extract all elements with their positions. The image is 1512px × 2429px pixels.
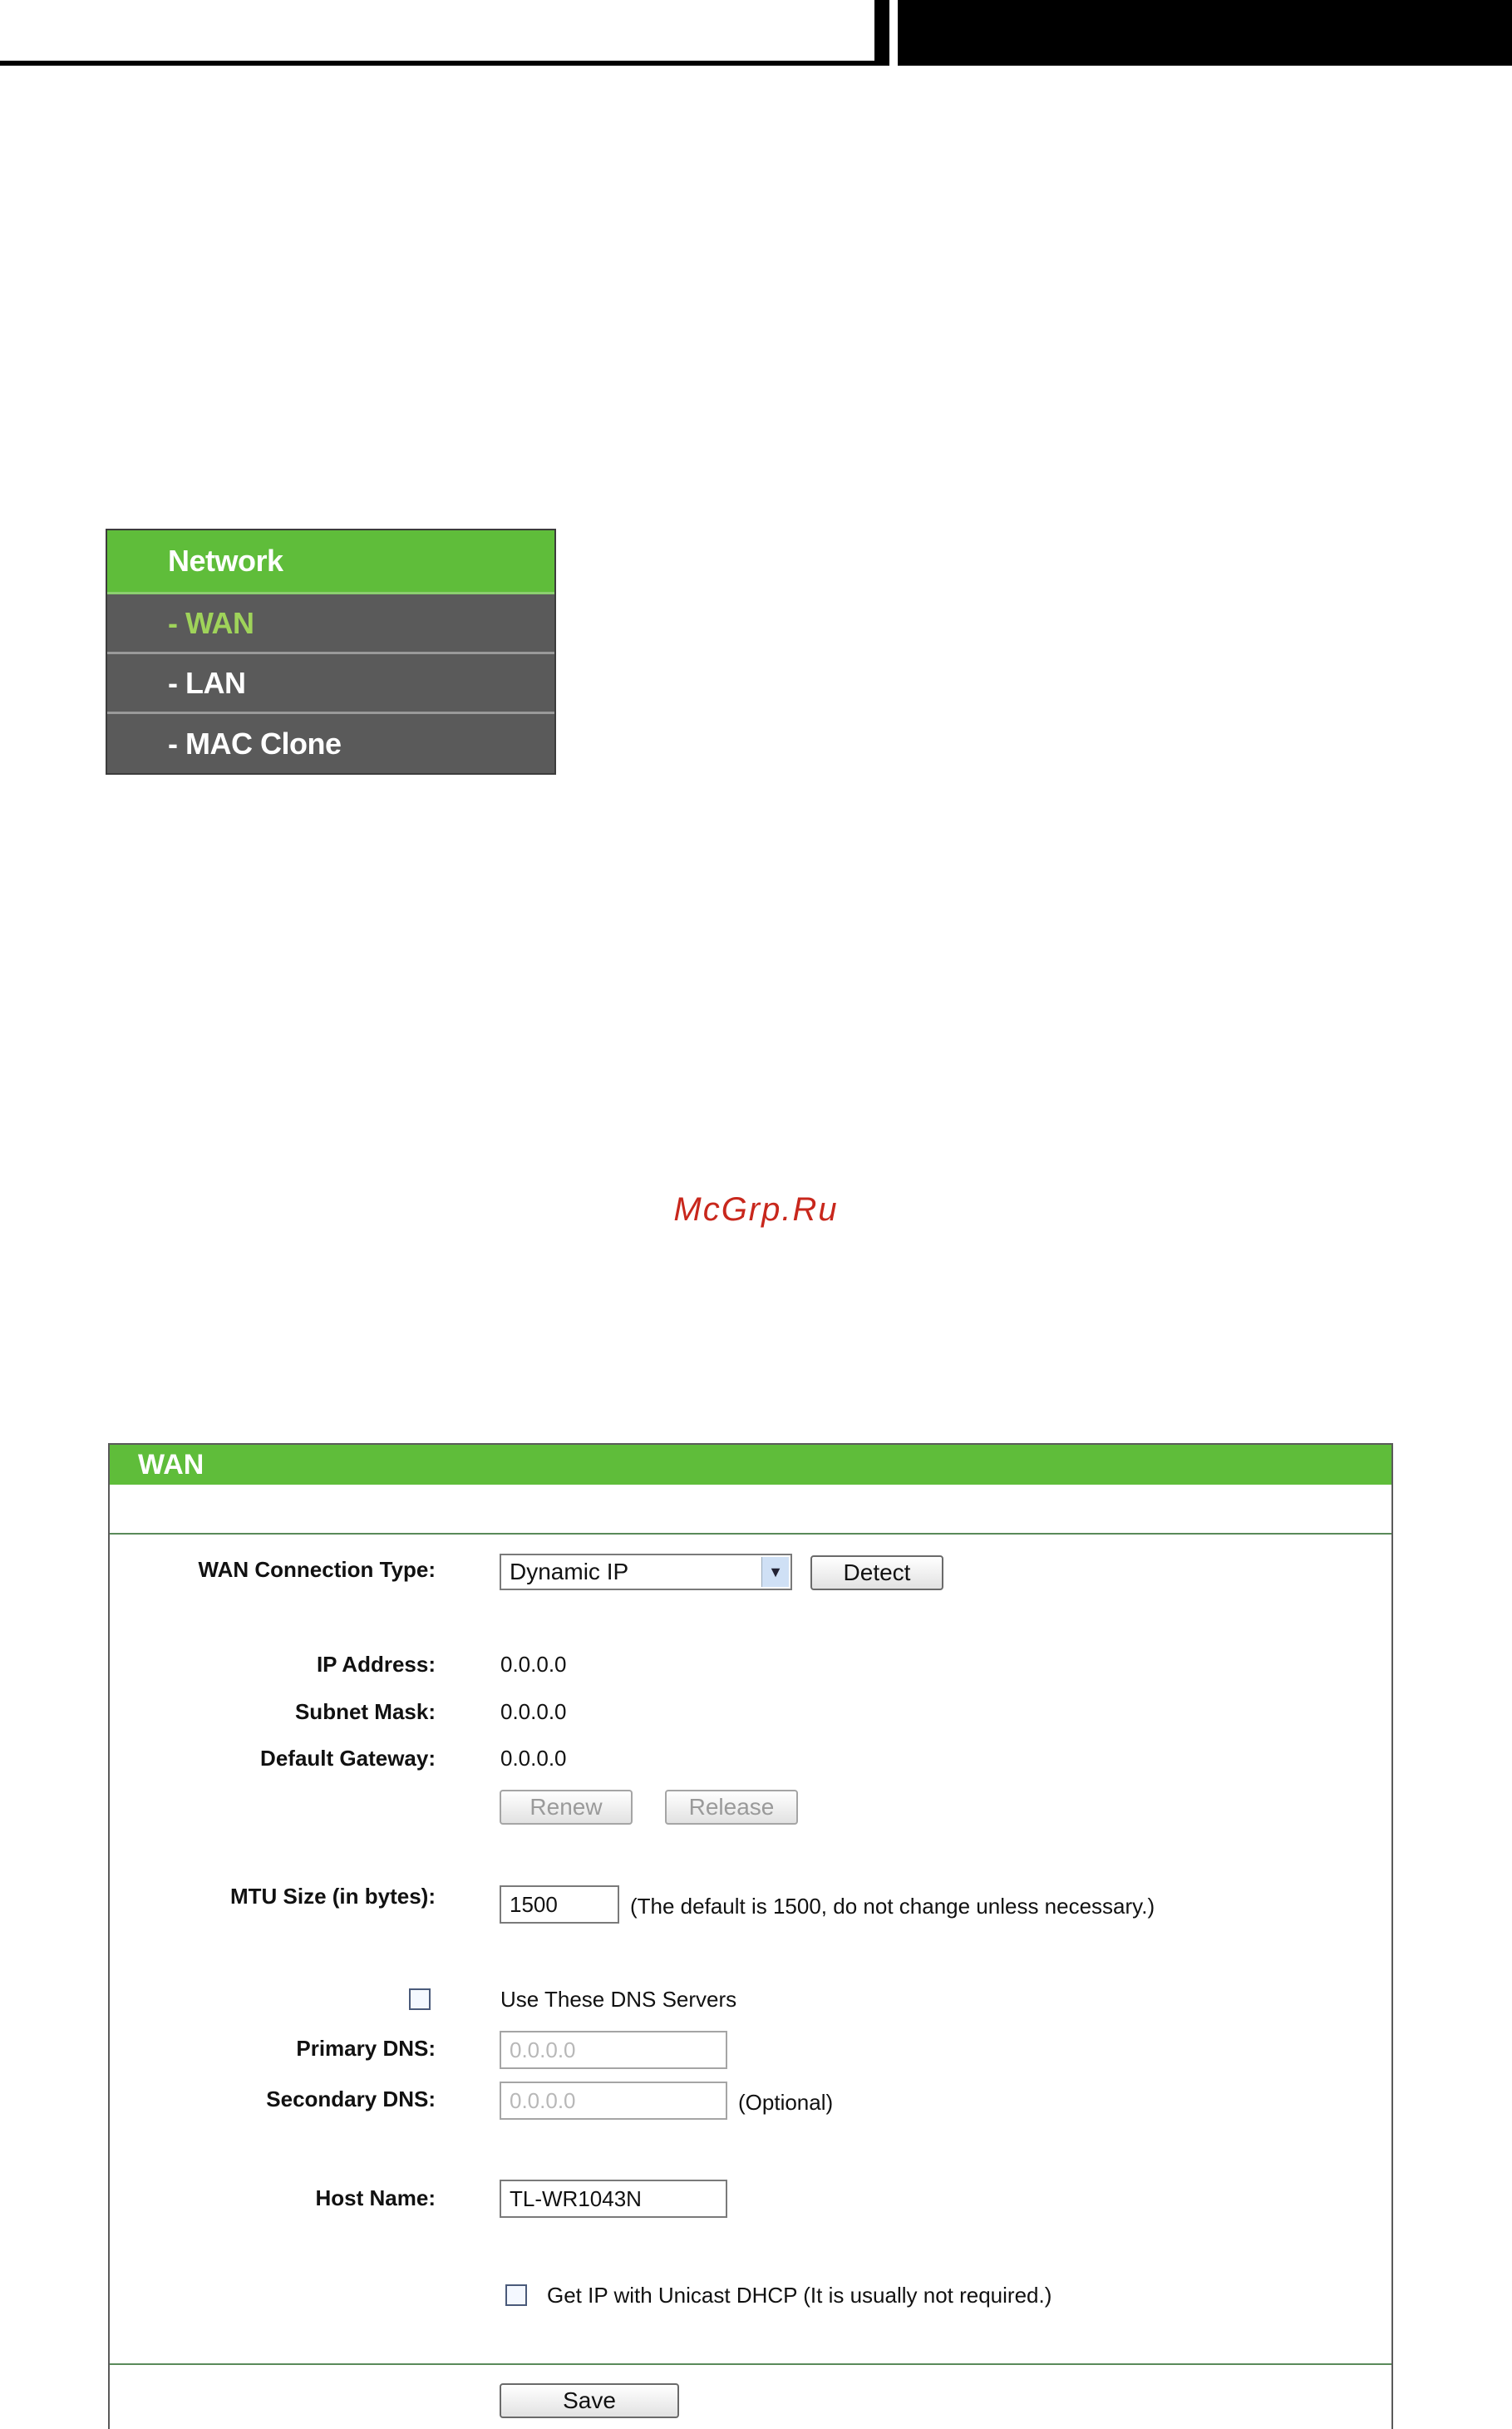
renew-button[interactable]: Renew — [500, 1790, 633, 1825]
watermark: McGrp.Ru — [673, 1191, 839, 1228]
menu-item-mac-clone[interactable]: - MAC Clone — [107, 714, 554, 774]
network-menu: Network - WAN - LAN - MAC Clone — [106, 529, 556, 775]
panel-title: WAN — [110, 1445, 1391, 1485]
ip-address-value: 0.0.0.0 — [500, 1652, 567, 1677]
unicast-dhcp-checkbox[interactable] — [505, 2284, 527, 2306]
menu-item-wan[interactable]: - WAN — [107, 594, 554, 654]
menu-item-lan[interactable]: - LAN — [107, 654, 554, 714]
mtu-note: (The default is 1500, do not change unle… — [630, 1894, 1155, 1919]
chevron-down-icon[interactable]: ▼ — [761, 1557, 789, 1587]
detect-button[interactable]: Detect — [810, 1555, 943, 1590]
secondary-dns-label: Secondary DNS: — [266, 2087, 436, 2111]
secondary-dns-input[interactable]: 0.0.0.0 — [500, 2082, 727, 2120]
mtu-size-label: MTU Size (in bytes): — [229, 1884, 436, 1909]
release-button[interactable]: Release — [665, 1790, 798, 1825]
connection-type-label: WAN Connection Type: — [198, 1557, 436, 1582]
default-gateway-value: 0.0.0.0 — [500, 1746, 567, 1771]
menu-header-network[interactable]: Network — [107, 530, 554, 594]
subnet-mask-value: 0.0.0.0 — [500, 1699, 567, 1724]
header-black-block — [898, 0, 1512, 66]
use-dns-checkbox[interactable] — [409, 1988, 431, 2010]
connection-type-value: Dynamic IP — [510, 1559, 629, 1584]
connection-type-select[interactable]: Dynamic IP ▼ — [500, 1554, 792, 1590]
header-black-edge — [874, 0, 889, 66]
wan-panel: WAN WAN Connection Type: Dynamic IP ▼ De… — [108, 1443, 1393, 2429]
save-button[interactable]: Save — [500, 2383, 679, 2418]
optional-note: (Optional) — [738, 2090, 834, 2115]
default-gateway-label: Default Gateway: — [260, 1746, 436, 1771]
host-name-label: Host Name: — [315, 2185, 436, 2210]
ip-address-label: IP Address: — [316, 1652, 436, 1677]
use-dns-label: Use These DNS Servers — [500, 1987, 737, 2012]
host-name-input[interactable]: TL-WR1043N — [500, 2180, 727, 2218]
top-separator — [110, 1533, 1391, 1535]
bottom-separator — [110, 2363, 1391, 2365]
primary-dns-label: Primary DNS: — [296, 2036, 436, 2061]
mtu-size-input[interactable]: 1500 — [500, 1885, 619, 1924]
primary-dns-input[interactable]: 0.0.0.0 — [500, 2031, 727, 2069]
header-rule — [0, 61, 879, 66]
subnet-mask-label: Subnet Mask: — [294, 1699, 436, 1724]
unicast-dhcp-label: Get IP with Unicast DHCP (It is usually … — [547, 2283, 1052, 2308]
